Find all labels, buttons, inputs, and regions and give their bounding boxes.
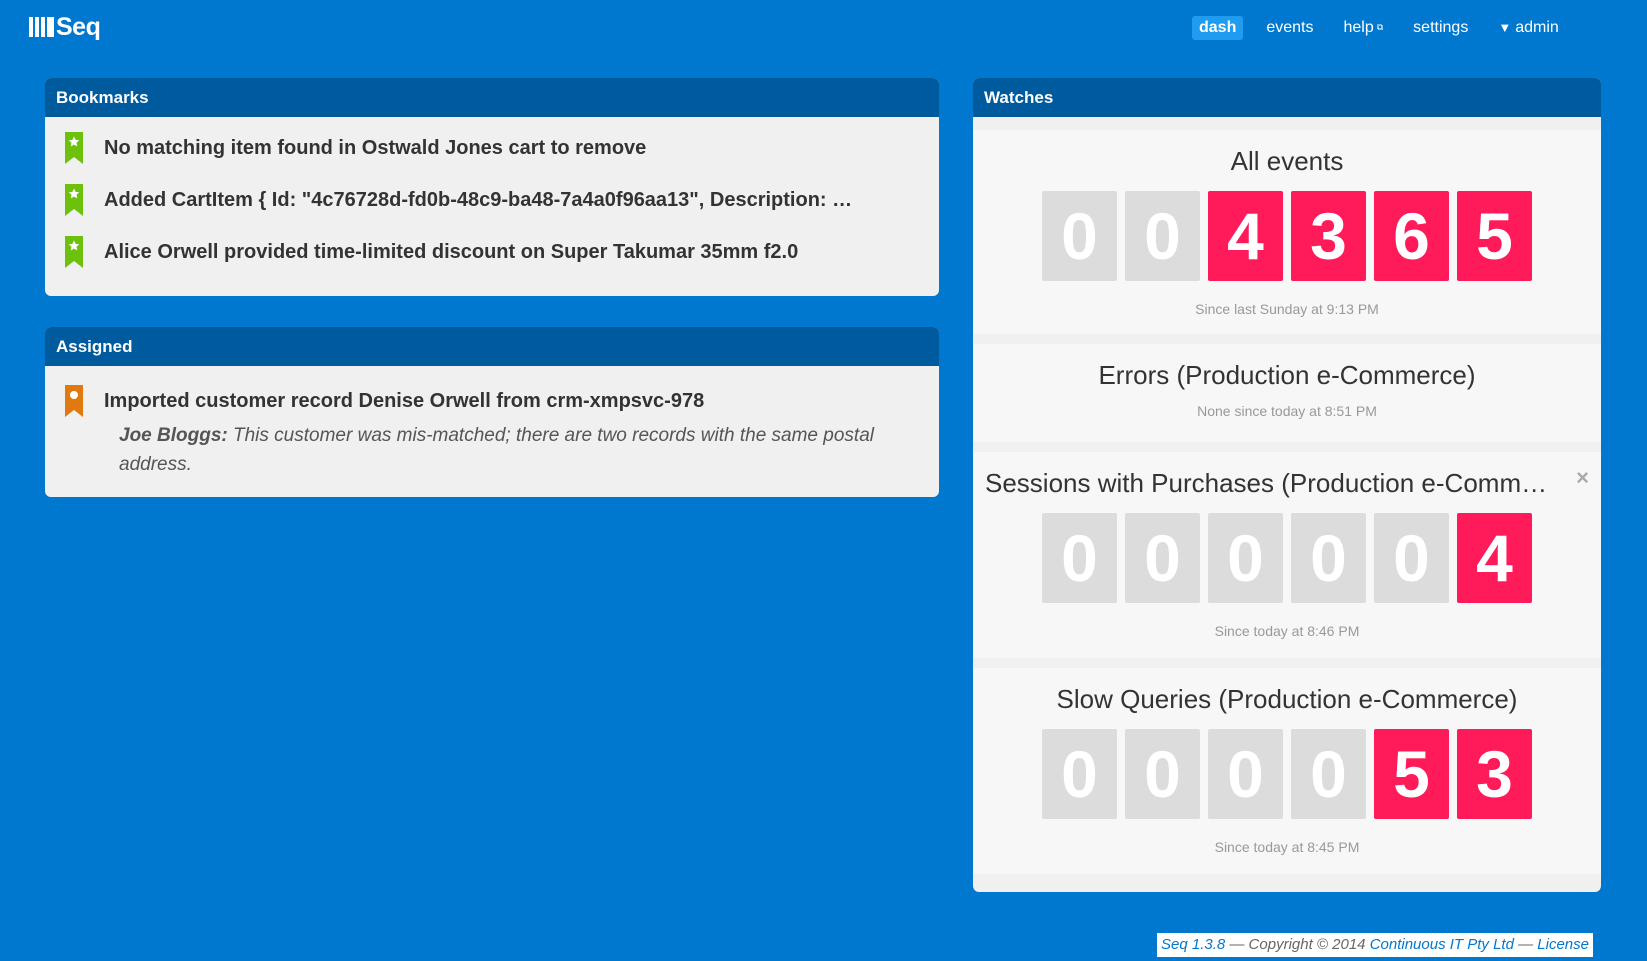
counter-digit: 0 [1042,513,1117,603]
assigned-title: Assigned [45,327,939,366]
bookmarks-title: Bookmarks [45,78,939,117]
assigned-item[interactable]: Imported customer record Denise Orwell f… [65,385,909,479]
watch-title: Sessions with Purchases (Production e-Co… [985,468,1581,498]
nav-help[interactable]: help ⧉ [1336,16,1390,40]
counter-digit: 0 [1125,729,1200,819]
counter-digit: 0 [1208,729,1283,819]
nav-events[interactable]: events [1259,16,1320,40]
nav-help-label: help [1343,18,1374,36]
counter-digit: 3 [1291,191,1366,281]
watch-since: None since today at 8:51 PM [1197,403,1377,419]
bookmarks-panel: Bookmarks No matching item found in Ostw… [45,78,939,296]
bookmark-item[interactable]: No matching item found in Ostwald Jones … [65,132,646,164]
watches-panel: Watches All events 004365 Since last Sun… [973,78,1601,892]
watch-since: Since today at 8:46 PM [1214,623,1360,639]
counter-digit: 3 [1457,729,1532,819]
bookmark-text: Added CartItem { Id: "4c76728d-fd0b-48c9… [104,188,853,211]
bookmark-item[interactable]: Alice Orwell provided time-limited disco… [65,236,798,268]
watch-since: Since last Sunday at 9:13 PM [1195,301,1379,317]
counter-digits: 004365 [973,191,1601,281]
bookmark-text: Alice Orwell provided time-limited disco… [104,240,799,263]
watch-card[interactable]: Errors (Production e-Commerce) None sinc… [973,344,1601,442]
external-link-icon: ⧉ [1376,22,1384,32]
counter-digit: 5 [1374,729,1449,819]
close-icon[interactable]: × [1576,465,1589,491]
bookmark-star-icon [65,184,83,216]
user-menu[interactable]: ▼ admin [1491,16,1565,40]
counter-digit: 4 [1457,513,1532,603]
counter-digit: 4 [1208,191,1283,281]
counter-digit: 5 [1457,191,1532,281]
nav-dash[interactable]: dash [1192,15,1244,40]
watch-since: Since today at 8:45 PM [1214,839,1360,855]
app-name: Seq [56,12,101,41]
bookmark-star-icon [65,236,83,268]
counter-digit: 0 [1125,191,1200,281]
copyright-text: — Copyright © 2014 [1225,936,1370,953]
company-link[interactable]: Continuous IT Pty Ltd [1370,936,1514,953]
watch-title: Errors (Production e-Commerce) [1098,360,1476,390]
counter-digits: 000004 [973,513,1601,603]
bookmark-item[interactable]: Added CartItem { Id: "4c76728d-fd0b-48c9… [65,184,852,216]
footer-separator: — [1513,936,1538,953]
counter-digit: 0 [1125,513,1200,603]
counter-digit: 0 [1042,729,1117,819]
top-nav: dash events help ⧉ settings ▼ admin [1192,15,1582,40]
logo-bars-icon [29,17,54,37]
note-author: Joe Bloggs: [119,425,228,446]
counter-digit: 0 [1374,513,1449,603]
user-name: admin [1515,18,1559,36]
license-link[interactable]: License [1537,936,1589,953]
bookmark-text: No matching item found in Ostwald Jones … [104,136,647,159]
note-text: This customer was mis-matched; there are… [119,425,874,475]
assigned-text: Imported customer record Denise Orwell f… [104,389,705,412]
counter-digit: 0 [1291,513,1366,603]
watch-title: Slow Queries (Production e-Commerce) [1056,684,1518,714]
counter-digit: 6 [1374,191,1449,281]
assigned-bookmark-icon [65,385,83,417]
footer: Seq 1.3.8 — Copyright © 2014 Continuous … [1157,933,1593,957]
counter-digits: 000053 [973,729,1601,819]
watch-card[interactable]: Slow Queries (Production e-Commerce) 000… [973,668,1601,874]
counter-digit: 0 [1042,191,1117,281]
assigned-panel: Assigned Imported customer record Denise… [45,327,939,497]
watch-title: All events [1230,146,1344,176]
version-link[interactable]: Seq 1.3.8 [1161,936,1225,953]
caret-down-icon: ▼ [1498,20,1512,35]
counter-digit: 0 [1291,729,1366,819]
watch-card[interactable]: × Sessions with Purchases (Production e-… [973,452,1601,658]
assigned-note: Joe Bloggs: This customer was mis-matche… [119,421,909,479]
bookmark-star-icon [65,132,83,164]
nav-settings[interactable]: settings [1406,16,1475,40]
seq-logo[interactable]: Seq [29,12,101,41]
counter-digit: 0 [1208,513,1283,603]
watches-title: Watches [973,78,1601,117]
watch-card[interactable]: All events 004365 Since last Sunday at 9… [973,130,1601,334]
